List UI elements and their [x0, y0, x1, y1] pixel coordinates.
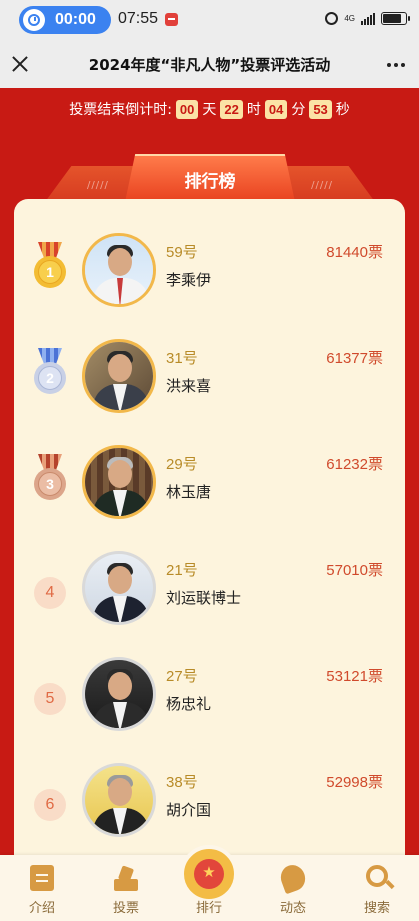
list-item[interactable]: 2 31号 洪来喜 61377票 — [14, 335, 405, 425]
countdown-minutes-unit: 分 — [291, 102, 306, 118]
bronze-medal-icon: 3 — [34, 454, 66, 504]
tab-ranking-bottom-label: 排行 — [195, 901, 222, 916]
tab-search-label: 搜索 — [363, 901, 390, 916]
search-icon — [366, 865, 388, 887]
tab-vote-label: 投票 — [112, 901, 139, 916]
alarm-icon — [325, 12, 339, 25]
rank-number: 1 — [46, 264, 54, 280]
alarm-clock-icon — [23, 9, 45, 31]
doc-icon — [30, 865, 54, 891]
tab-intro[interactable]: 介绍 — [12, 855, 72, 921]
list-item[interactable]: 5 27号 杨忠礼 53121票 — [14, 653, 405, 743]
countdown-hours-unit: 时 — [246, 102, 261, 118]
battery-icon — [381, 12, 410, 25]
tab-news[interactable]: 动态 — [263, 855, 323, 921]
countdown-label: 投票结束倒计时: — [69, 102, 172, 118]
tab-search[interactable]: 搜索 — [347, 855, 407, 921]
rank-badge: 5 — [34, 683, 66, 715]
vote-icon — [114, 865, 138, 891]
call-timer: 00:00 — [55, 11, 96, 28]
list-item[interactable]: 4 21号 刘运联博士 57010票 — [14, 547, 405, 637]
vote-count: 52998票 — [326, 774, 383, 791]
countdown-minutes: 04 — [264, 99, 288, 119]
vote-count: 53121票 — [326, 668, 383, 685]
candidate-name: 胡介国 — [166, 801, 212, 819]
ranking-tab-header: ///// ///// 排行榜 — [45, 154, 375, 204]
candidate-name: 刘运联博士 — [166, 589, 242, 607]
avatar[interactable] — [82, 339, 156, 413]
avatar[interactable] — [82, 763, 156, 837]
countdown-hours: 22 — [220, 99, 243, 119]
tab-news-label: 动态 — [279, 901, 306, 916]
more-icon[interactable] — [387, 63, 405, 67]
candidate-number: 59号 — [166, 244, 198, 261]
tab-stripes-left: ///// — [87, 180, 109, 191]
ranking-list: 1 59号 李乘伊 81440票 2 31号 洪来喜 61377票 3 29号 … — [14, 199, 405, 921]
candidate-number: 31号 — [166, 350, 198, 367]
countdown-seconds-unit: 秒 — [335, 102, 350, 118]
countdown: 投票结束倒计时: 00 天 22 时 04 分 53 秒 — [0, 96, 419, 122]
status-bar: 00:00 07:55 4G — [0, 0, 419, 40]
tab-intro-label: 介绍 — [28, 901, 55, 916]
vote-count: 81440票 — [326, 244, 383, 261]
network-type: 4G — [344, 13, 355, 23]
vote-count: 61377票 — [326, 350, 383, 367]
rank-badge: 4 — [34, 577, 66, 609]
candidate-number: 21号 — [166, 562, 198, 579]
avatar[interactable] — [82, 233, 156, 307]
rank-number: 2 — [46, 370, 54, 386]
notification-icon — [165, 13, 178, 26]
leaf-icon — [277, 861, 309, 895]
list-item[interactable]: 6 38号 胡介国 52998票 — [14, 759, 405, 849]
candidate-number: 29号 — [166, 456, 198, 473]
tab-ranking-label: 排行榜 — [184, 171, 236, 192]
candidate-number: 27号 — [166, 668, 198, 685]
countdown-days: 00 — [175, 99, 199, 119]
list-item[interactable]: 1 59号 李乘伊 81440票 — [14, 229, 405, 319]
candidate-name: 洪来喜 — [166, 377, 212, 395]
avatar[interactable] — [82, 445, 156, 519]
silver-medal-icon: 2 — [34, 348, 66, 398]
list-item[interactable]: 3 29号 林玉唐 61232票 — [14, 441, 405, 531]
close-icon[interactable] — [10, 54, 30, 74]
rank-badge: 6 — [34, 789, 66, 821]
call-timer-pill[interactable]: 00:00 — [19, 6, 111, 34]
tab-vote[interactable]: 投票 — [96, 855, 156, 921]
vote-count: 61232票 — [326, 456, 383, 473]
tab-stripes-right: ///// — [311, 180, 333, 191]
candidate-number: 38号 — [166, 774, 198, 791]
tab-ranking[interactable]: 排行榜 — [125, 154, 295, 202]
candidate-name: 杨忠礼 — [166, 695, 212, 713]
candidate-name: 李乘伊 — [166, 271, 212, 289]
vote-count: 57010票 — [326, 562, 383, 579]
gold-medal-icon: 1 — [34, 242, 66, 292]
bottom-tab-bar: 介绍 投票 排行 动态 搜索 — [0, 845, 419, 921]
avatar[interactable] — [82, 657, 156, 731]
countdown-days-unit: 天 — [202, 102, 217, 118]
tab-ranking-bottom[interactable]: 排行 — [179, 855, 239, 921]
rank-number: 3 — [46, 476, 54, 492]
nav-bar: 2024年度“非凡人物”投票评选活动 — [0, 40, 419, 88]
avatar[interactable] — [82, 551, 156, 625]
status-clock: 07:55 — [118, 10, 159, 27]
page-title: 2024年度“非凡人物”投票评选活动 — [88, 56, 331, 74]
countdown-seconds: 53 — [309, 99, 332, 119]
candidate-name: 林玉唐 — [166, 483, 212, 501]
signal-icon — [361, 12, 375, 25]
